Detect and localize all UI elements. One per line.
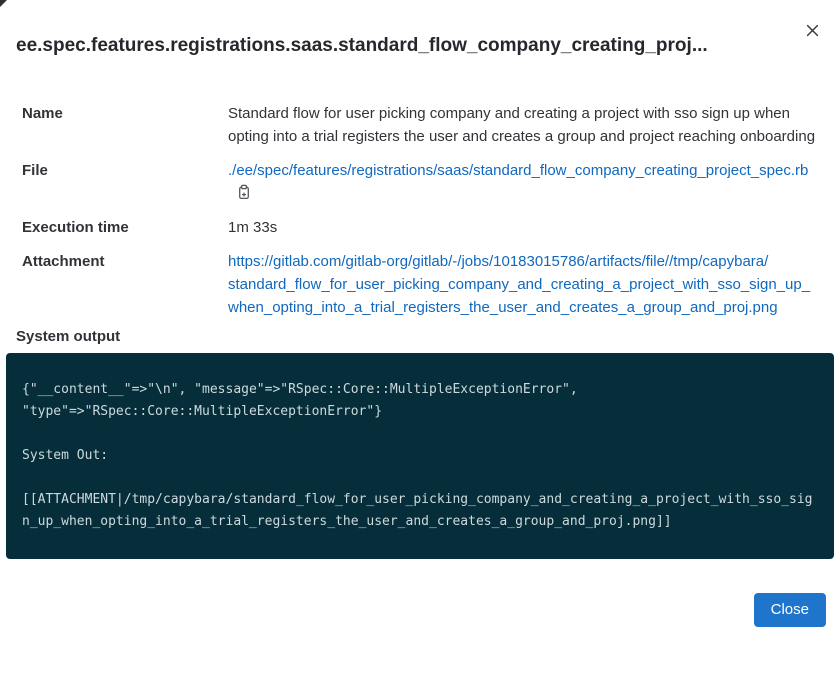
system-output-box: {"__content__"=>"\n", "message"=>"RSpec:… bbox=[6, 353, 834, 559]
attachment-label: Attachment bbox=[22, 250, 228, 273]
modal-header: ee.spec.features.registrations.saas.stan… bbox=[0, 0, 840, 74]
file-row: File ./ee/spec/features/registrations/sa… bbox=[22, 159, 820, 205]
name-label: Name bbox=[22, 102, 228, 125]
system-output-label: System output bbox=[16, 327, 824, 347]
file-path-link[interactable]: ./ee/spec/features/registrations/saas/st… bbox=[228, 162, 808, 179]
modal-title: ee.spec.features.registrations.saas.stan… bbox=[16, 33, 795, 58]
attachment-row: Attachment https:/​/​gitlab.com/​gitlab-… bbox=[22, 250, 820, 319]
name-value: Standard flow for user picking company a… bbox=[228, 102, 820, 148]
attachment-link[interactable]: https:/​/​gitlab.com/​gitlab-org/​gitlab… bbox=[228, 253, 810, 316]
execution-time-label: Execution time bbox=[22, 216, 228, 239]
execution-time-value: 1m 33s bbox=[228, 216, 820, 239]
test-case-details-modal: ee.spec.features.registrations.saas.stan… bbox=[0, 0, 840, 627]
copy-to-clipboard-icon bbox=[236, 188, 252, 203]
close-icon bbox=[805, 26, 820, 41]
detail-rows: Name Standard flow for user picking comp… bbox=[0, 102, 840, 319]
close-icon-button[interactable] bbox=[801, 19, 824, 42]
copy-file-path-button[interactable] bbox=[236, 184, 252, 200]
name-row: Name Standard flow for user picking comp… bbox=[22, 102, 820, 148]
file-label: File bbox=[22, 159, 228, 182]
system-output-content: {"__content__"=>"\n", "message"=>"RSpec:… bbox=[22, 379, 818, 533]
close-button[interactable]: Close bbox=[754, 593, 826, 627]
modal-footer: Close bbox=[0, 559, 840, 627]
execution-time-row: Execution time 1m 33s bbox=[22, 216, 820, 239]
